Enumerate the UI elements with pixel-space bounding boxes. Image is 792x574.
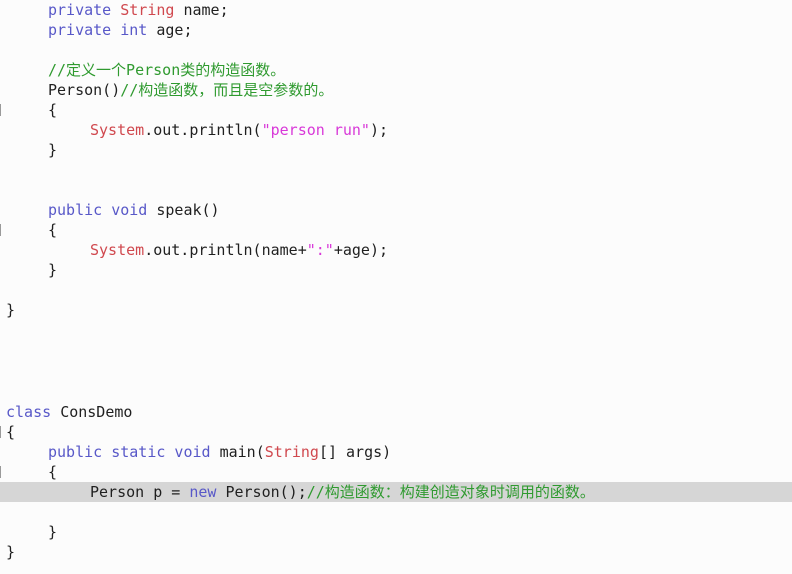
code-text: //定义一个Person类的构造函数。 xyxy=(48,60,285,80)
code-line[interactable]: Person()//构造函数，而且是空参数的。 xyxy=(0,80,792,100)
code-text: } xyxy=(6,300,15,320)
code-token: .out.println(name+ xyxy=(144,241,307,259)
code-token: "person run" xyxy=(261,121,370,139)
code-token: +age); xyxy=(333,241,389,259)
code-line[interactable]: System.out.println(name+":"+age); xyxy=(0,240,792,260)
code-line[interactable] xyxy=(0,340,792,360)
code-token: //构造函数，而且是空参数的。 xyxy=(120,81,334,99)
code-token: //构造函数：构建创造对象时调用的函数。 xyxy=(306,483,595,501)
code-token: public void xyxy=(48,201,157,219)
code-token: age; xyxy=(156,21,193,39)
fold-marker-icon[interactable] xyxy=(0,426,4,438)
code-line[interactable]: { xyxy=(0,422,792,442)
code-token: System xyxy=(90,241,145,259)
code-token: String xyxy=(264,443,319,461)
code-token: } xyxy=(48,261,58,279)
code-token: //定义一个Person类的构造函数。 xyxy=(48,61,286,79)
fold-marker-icon[interactable] xyxy=(0,224,4,236)
code-token: { xyxy=(48,463,58,481)
code-line[interactable] xyxy=(0,160,792,180)
fold-marker-icon[interactable] xyxy=(0,466,4,478)
code-line[interactable] xyxy=(0,502,792,522)
code-token: private xyxy=(48,1,121,19)
code-token: } xyxy=(48,523,58,541)
code-text: Person()//构造函数，而且是空参数的。 xyxy=(48,80,333,100)
code-text: System.out.println("person run"); xyxy=(90,120,388,140)
code-line[interactable] xyxy=(0,180,792,200)
code-token: ConsDemo xyxy=(60,403,133,421)
code-token: name; xyxy=(183,1,229,19)
code-text: class ConsDemo xyxy=(6,402,132,422)
code-line[interactable]: private int age; xyxy=(0,20,792,40)
code-editor[interactable]: private String name; private int age;//定义… xyxy=(0,0,792,574)
code-text: { xyxy=(48,220,57,240)
code-line[interactable] xyxy=(0,320,792,340)
code-text: private int age; xyxy=(48,20,193,40)
code-text: { xyxy=(6,422,15,442)
code-text: public static void main(String[] args) xyxy=(48,442,391,462)
code-token: } xyxy=(6,301,16,319)
code-line[interactable]: class ConsDemo xyxy=(0,402,792,422)
code-line[interactable]: private String name; xyxy=(0,0,792,20)
fold-marker-icon[interactable] xyxy=(0,104,4,116)
code-line[interactable]: } xyxy=(0,260,792,280)
code-token: Person() xyxy=(48,81,121,99)
code-text: } xyxy=(48,260,57,280)
code-token: } xyxy=(48,141,58,159)
code-line[interactable]: System.out.println("person run"); xyxy=(0,120,792,140)
code-token: class xyxy=(6,403,61,421)
code-text: { xyxy=(48,462,57,482)
code-line[interactable]: } xyxy=(0,522,792,542)
code-token: { xyxy=(48,221,58,239)
code-text: } xyxy=(48,140,57,160)
code-token: speak() xyxy=(156,201,220,219)
code-line[interactable]: } xyxy=(0,140,792,160)
code-token: } xyxy=(6,543,16,561)
code-token: main( xyxy=(219,443,265,461)
code-text: public void speak() xyxy=(48,200,220,220)
code-token: Person p = xyxy=(90,483,190,501)
current-code-line[interactable]: Person p = new Person();//构造函数：构建创造对象时调用… xyxy=(0,482,792,502)
code-line[interactable]: public void speak() xyxy=(0,200,792,220)
code-line[interactable]: } xyxy=(0,542,792,562)
code-text: Person p = new Person();//构造函数：构建创造对象时调用… xyxy=(90,482,595,502)
code-token: { xyxy=(48,101,58,119)
code-token: new xyxy=(189,483,226,501)
code-line[interactable]: public static void main(String[] args) xyxy=(0,442,792,462)
code-token: String xyxy=(120,1,184,19)
code-line[interactable] xyxy=(0,380,792,400)
code-line[interactable] xyxy=(0,40,792,60)
code-token: [] args) xyxy=(318,443,392,461)
code-token: ":" xyxy=(306,241,334,259)
code-token: System xyxy=(90,121,145,139)
code-token: ); xyxy=(369,121,389,139)
code-token: { xyxy=(6,423,16,441)
code-token: private int xyxy=(48,21,157,39)
code-token: .out.println( xyxy=(144,121,262,139)
code-token: public static void xyxy=(48,443,220,461)
code-line[interactable]: { xyxy=(0,100,792,120)
code-line[interactable] xyxy=(0,360,792,380)
code-token: Person(); xyxy=(225,483,307,501)
code-line[interactable] xyxy=(0,280,792,300)
code-text: System.out.println(name+":"+age); xyxy=(90,240,388,260)
code-line[interactable]: //定义一个Person类的构造函数。 xyxy=(0,60,792,80)
code-text: private String name; xyxy=(48,0,229,20)
code-line[interactable]: { xyxy=(0,462,792,482)
code-line[interactable]: { xyxy=(0,220,792,240)
code-text: } xyxy=(48,522,57,542)
code-line[interactable]: } xyxy=(0,300,792,320)
code-text: } xyxy=(6,542,15,562)
code-text: { xyxy=(48,100,57,120)
